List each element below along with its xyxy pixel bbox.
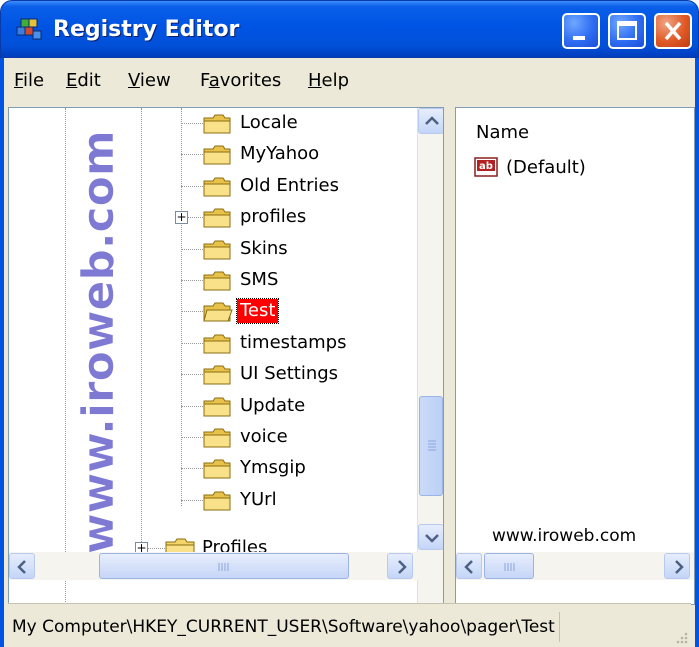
tree-guide-line bbox=[181, 406, 203, 407]
column-header-name[interactable]: Name bbox=[476, 122, 529, 143]
tree-item-label: MyYahoo bbox=[240, 143, 320, 164]
menu-view[interactable]: View bbox=[128, 68, 171, 94]
tree-item-label: profiles bbox=[240, 206, 307, 227]
scroll-thumb[interactable] bbox=[419, 396, 443, 496]
title-bar[interactable]: Registry Editor bbox=[0, 0, 699, 58]
value-name: (Default) bbox=[506, 157, 586, 178]
tree-guide-line bbox=[181, 154, 203, 155]
scroll-down-button[interactable] bbox=[418, 524, 443, 550]
folder-icon bbox=[203, 114, 231, 134]
expand-profiles-button[interactable]: + bbox=[175, 211, 188, 224]
menu-bar: File Edit View Favorites Help bbox=[0, 58, 699, 103]
folder-icon bbox=[203, 145, 231, 165]
folder-icon bbox=[203, 397, 231, 417]
arrow-up-icon bbox=[425, 116, 439, 125]
minimize-button[interactable] bbox=[562, 13, 600, 49]
maximize-button[interactable] bbox=[608, 13, 646, 49]
key-tree-pane[interactable]: www.iroweb.com Locale MyYahoo Old Entries +… bbox=[8, 107, 444, 605]
open-folder-icon bbox=[203, 302, 233, 322]
minimize-icon bbox=[573, 36, 585, 40]
arrow-right-icon bbox=[675, 560, 684, 574]
tree-guide-line bbox=[181, 108, 182, 506]
tree-guide-line bbox=[181, 343, 203, 344]
close-button[interactable] bbox=[654, 13, 692, 49]
scroll-right-button[interactable] bbox=[387, 553, 413, 579]
tree-guide-line bbox=[181, 280, 203, 281]
menu-favorites[interactable]: Favorites bbox=[200, 68, 281, 94]
list-scroll-right-button[interactable] bbox=[664, 553, 690, 579]
folder-icon bbox=[203, 334, 231, 354]
watermark-text: www.iroweb.com bbox=[492, 526, 637, 546]
tree-vertical-scrollbar[interactable] bbox=[417, 108, 443, 604]
tree-guide-line bbox=[181, 249, 203, 250]
horizontal-scroll-thumb[interactable] bbox=[99, 553, 349, 579]
arrow-left-icon bbox=[17, 560, 26, 574]
tree-guide-line bbox=[181, 468, 203, 469]
watermark-vertical: www.iroweb.com bbox=[73, 130, 125, 554]
list-horizontal-scrollbar[interactable] bbox=[456, 552, 694, 580]
status-bar: My Computer\HKEY_CURRENT_USER\Software\y… bbox=[8, 603, 691, 647]
tree-item-label: UI Settings bbox=[240, 363, 339, 384]
tree-guide-line bbox=[181, 500, 203, 501]
status-path: My Computer\HKEY_CURRENT_USER\Software\y… bbox=[12, 612, 560, 642]
tree-item-label: YUrl bbox=[240, 489, 277, 510]
grip-icon bbox=[218, 563, 229, 571]
svg-text:ab: ab bbox=[479, 161, 493, 172]
folder-icon bbox=[203, 208, 231, 228]
tree-item-label: Old Entries bbox=[240, 175, 340, 196]
list-horizontal-scroll-thumb[interactable] bbox=[484, 553, 534, 579]
tree-guide-line bbox=[65, 108, 66, 604]
grip-icon bbox=[504, 563, 515, 571]
tree-item-label: Skins bbox=[240, 238, 288, 259]
tree-guide-line bbox=[181, 123, 203, 124]
folder-icon bbox=[203, 240, 231, 260]
tree-item-label: SMS bbox=[240, 269, 279, 290]
window-title: Registry Editor bbox=[53, 17, 240, 42]
tree-guide-line bbox=[181, 437, 203, 438]
close-icon bbox=[664, 21, 682, 41]
tree-guide-line bbox=[181, 311, 203, 312]
resize-grip-icon[interactable] bbox=[671, 627, 689, 645]
svg-text:www.iroweb.com: www.iroweb.com bbox=[73, 130, 124, 554]
registry-editor-icon bbox=[16, 18, 42, 40]
menu-help[interactable]: Help bbox=[308, 68, 349, 94]
tree-item-label: timestamps bbox=[240, 332, 347, 353]
menu-file[interactable]: File bbox=[14, 68, 44, 94]
tree-item-label: Locale bbox=[240, 112, 298, 133]
menu-edit[interactable]: Edit bbox=[66, 68, 101, 94]
arrow-left-icon bbox=[464, 560, 473, 574]
folder-icon bbox=[203, 271, 231, 291]
maximize-icon bbox=[617, 21, 637, 40]
arrow-right-icon bbox=[398, 560, 407, 574]
folder-icon bbox=[203, 428, 231, 448]
arrow-down-icon bbox=[425, 534, 439, 543]
tree-guide-line bbox=[141, 108, 142, 548]
folder-icon bbox=[203, 177, 231, 197]
folder-icon bbox=[203, 459, 231, 479]
list-scroll-left-button[interactable] bbox=[456, 553, 482, 579]
tree-item-label: Test bbox=[235, 298, 280, 324]
string-value-icon: ab bbox=[474, 157, 498, 177]
tree-item-label: Update bbox=[240, 395, 306, 416]
tree-item-label: voice bbox=[240, 426, 288, 447]
tree-guide-line bbox=[181, 374, 203, 375]
folder-icon bbox=[203, 491, 231, 511]
tree-horizontal-scrollbar[interactable] bbox=[9, 552, 443, 580]
scroll-left-button[interactable] bbox=[9, 553, 35, 579]
folder-icon bbox=[203, 365, 231, 385]
tree-item-label: Ymsgip bbox=[240, 457, 306, 478]
scroll-up-button[interactable] bbox=[418, 108, 443, 134]
grip-icon bbox=[428, 440, 436, 451]
tree-guide-line bbox=[181, 186, 203, 187]
client-area: www.iroweb.com Locale MyYahoo Old Entries +… bbox=[0, 103, 699, 647]
values-list-pane[interactable]: Name ab (Default) www.iroweb.com bbox=[455, 107, 695, 605]
